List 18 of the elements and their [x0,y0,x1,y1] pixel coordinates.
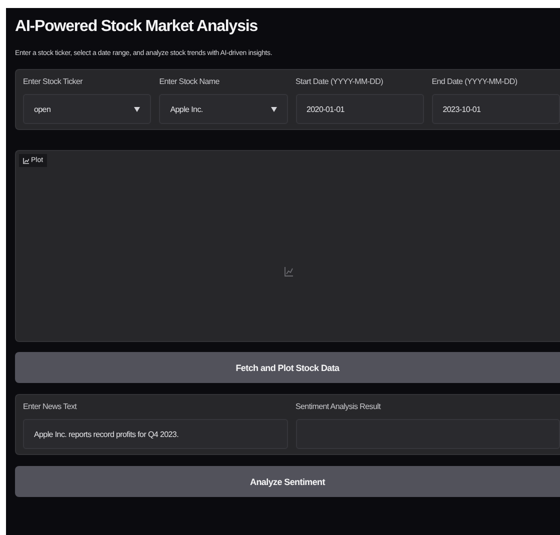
field-label: Sentiment Analysis Result [296,402,382,411]
field-label: Enter Stock Name [159,77,220,86]
field-label: End Date (YYYY-MM-DD) [432,77,518,86]
dropdown[interactable]: Apple Inc. [159,94,288,124]
page-title: AI-Powered Stock Market Analysis [15,18,259,36]
chart-icon [23,158,29,164]
input-field[interactable]: Apple Inc. reports record profits for Q4 2023. [23,419,288,449]
empty-plot-icon [284,267,293,277]
dropdown[interactable]: open [23,94,152,124]
action-button[interactable]: Analyze Sentiment [15,466,560,497]
field-label: Enter Stock Ticker [23,77,84,86]
caret-icon [134,106,140,112]
action-button[interactable]: Fetch and Plot Stock Data [15,352,560,383]
field-label: Start Date (YYYY-MM-DD) [296,77,384,86]
field-label: Enter News Text [23,402,78,411]
input-field[interactable]: 2020-01-01 [296,94,424,124]
input-field[interactable]: 2023-10-01 [432,94,560,124]
caret-icon [270,106,276,112]
